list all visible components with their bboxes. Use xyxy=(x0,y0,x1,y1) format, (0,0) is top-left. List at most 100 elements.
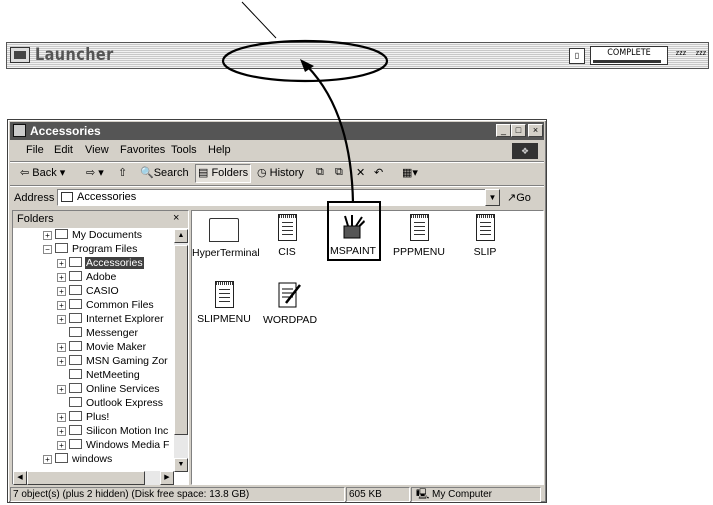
sleep-power-icon[interactable]: zzz xyxy=(693,47,709,65)
copy-to-icon[interactable]: ⧉ xyxy=(335,166,343,179)
file-item-label: CIS xyxy=(278,246,296,258)
address-dropdown-button[interactable]: ▼ xyxy=(485,189,500,206)
status-indicator: COMPLETE xyxy=(590,46,668,65)
tree-item-label: Messenger xyxy=(86,327,138,339)
up-folder-icon[interactable]: ⇧ xyxy=(118,166,127,179)
file-item[interactable]: SLIPMENU xyxy=(192,281,256,325)
battery-icon[interactable]: ▯ xyxy=(569,48,585,64)
folders-pane: Folders × + My Documents − Program Files + Ac… xyxy=(12,210,189,485)
close-button[interactable]: × xyxy=(528,124,543,137)
folder-icon xyxy=(55,229,68,239)
delete-icon[interactable]: ✕ xyxy=(356,166,365,179)
tree-item[interactable]: + Online Services xyxy=(57,383,161,397)
tree-item[interactable]: + windows xyxy=(43,453,113,467)
tree-item[interactable]: − Program Files xyxy=(43,243,138,257)
move-to-icon[interactable]: ⧉ xyxy=(316,166,324,179)
horizontal-scroll-thumb[interactable] xyxy=(27,471,145,485)
history-button[interactable]: ◷ History xyxy=(257,166,304,179)
launcher-monitor-icon[interactable] xyxy=(10,47,30,63)
tree-item-label: Movie Maker xyxy=(86,341,147,353)
mspaint-highlight-box xyxy=(327,201,381,261)
tree-item-label: Windows Media F xyxy=(86,439,170,451)
file-item[interactable]: WORDPAD xyxy=(258,281,322,326)
back-button[interactable]: ⇦ Back ▾ xyxy=(20,166,65,179)
tree-item-label: Internet Explorer xyxy=(86,313,164,325)
horizontal-scrollbar[interactable]: ◀ ▶ xyxy=(13,471,174,485)
tree-expander-icon[interactable]: + xyxy=(57,441,66,450)
tree-expander-icon[interactable]: + xyxy=(57,385,66,394)
tree-expander-icon[interactable]: + xyxy=(43,231,52,240)
tree-item[interactable]: + Internet Explorer xyxy=(57,313,165,327)
tree-item[interactable]: + Windows Media F xyxy=(57,439,170,453)
vertical-scroll-thumb[interactable] xyxy=(174,245,188,435)
tree-expander-icon[interactable]: + xyxy=(57,315,66,324)
search-button[interactable]: 🔍Search xyxy=(140,166,189,179)
scroll-down-button[interactable]: ▼ xyxy=(174,458,188,472)
file-item-label: HyperTerminal xyxy=(192,247,260,259)
tree-expander-icon[interactable]: − xyxy=(43,245,52,254)
folders-pane-close-button[interactable]: × xyxy=(173,212,179,224)
menu-edit[interactable]: Edit xyxy=(54,144,73,156)
folder-icon xyxy=(69,439,82,449)
file-item[interactable]: SLIP xyxy=(453,214,517,258)
tree-expander-icon[interactable]: + xyxy=(57,301,66,310)
tree-expander-icon[interactable]: + xyxy=(57,287,66,296)
tree-item-label: Outlook Express xyxy=(86,397,164,409)
explorer-window: Accessories _ □ × File Edit View Favorit… xyxy=(7,119,547,503)
tree-item[interactable]: + Silicon Motion Inc xyxy=(57,425,169,439)
views-icon[interactable]: ▦▾ xyxy=(402,166,418,179)
scroll-right-button[interactable]: ▶ xyxy=(160,471,174,485)
tree-expander-icon[interactable]: + xyxy=(57,273,66,282)
menu-help[interactable]: Help xyxy=(208,144,231,156)
menu-file[interactable]: File xyxy=(26,144,44,156)
tree-expander-icon[interactable]: + xyxy=(57,259,66,268)
title-bar[interactable]: Accessories _ □ × xyxy=(10,122,544,140)
tree-item-label: NetMeeting xyxy=(86,369,140,381)
file-item[interactable]: PPPMENU xyxy=(387,214,451,258)
pointer-line xyxy=(241,1,277,39)
folder-icon xyxy=(209,218,239,242)
folder-icon xyxy=(69,257,82,267)
file-item[interactable]: HyperTerminal xyxy=(192,214,260,259)
tree-item[interactable]: + Plus! xyxy=(57,411,110,425)
scroll-left-button[interactable]: ◀ xyxy=(13,471,27,485)
go-button[interactable]: ↗Go xyxy=(507,191,531,204)
folders-pane-header: Folders × xyxy=(13,211,188,228)
tree-expander-icon[interactable]: + xyxy=(57,343,66,352)
undo-icon[interactable]: ↶ xyxy=(374,166,383,179)
tree-item[interactable]: NetMeeting xyxy=(57,369,141,383)
tree-item[interactable]: + Movie Maker xyxy=(57,341,147,355)
go-arrow-icon: ↗ xyxy=(507,192,517,204)
tree-item[interactable]: + CASIO xyxy=(57,285,120,299)
tree-expander-icon[interactable]: + xyxy=(57,413,66,422)
folders-button[interactable]: ▤ Folders xyxy=(195,164,252,183)
wordpad-icon xyxy=(278,281,302,309)
scroll-up-button[interactable]: ▲ xyxy=(174,229,188,243)
file-item[interactable]: CIS xyxy=(255,214,319,258)
tree-item-label: CASIO xyxy=(86,285,119,297)
status-location: 🖳 My Computer xyxy=(411,487,541,502)
tree-item[interactable]: + Common Files xyxy=(57,299,155,313)
tree-item[interactable]: + My Documents xyxy=(43,229,143,243)
tree-item[interactable]: + Accessories xyxy=(57,257,144,271)
tree-item[interactable]: + Adobe xyxy=(57,271,117,285)
tree-item[interactable]: Messenger xyxy=(57,327,139,341)
forward-button[interactable]: ⇨ ▾ xyxy=(86,166,104,179)
tree-expander-icon[interactable]: + xyxy=(57,357,66,366)
tree-item[interactable]: + MSN Gaming Zor xyxy=(57,355,169,369)
vertical-scrollbar[interactable]: ▲ ▼ xyxy=(174,229,188,472)
address-input[interactable]: Accessories xyxy=(57,189,497,206)
sleep-icon[interactable]: zzz xyxy=(673,47,689,65)
maximize-button[interactable]: □ xyxy=(511,124,526,137)
file-item-label: WORDPAD xyxy=(262,314,318,326)
go-label: Go xyxy=(516,192,531,204)
tree-item[interactable]: Outlook Express xyxy=(57,397,164,411)
minimize-button[interactable]: _ xyxy=(496,124,511,137)
menu-tools[interactable]: Tools xyxy=(171,144,197,156)
menu-view[interactable]: View xyxy=(85,144,109,156)
menu-favorites[interactable]: Favorites xyxy=(120,144,165,156)
status-location-label: My Computer xyxy=(432,489,493,500)
tree-expander-icon[interactable]: + xyxy=(43,455,52,464)
tree-expander-icon[interactable]: + xyxy=(57,427,66,436)
folders-label: Folders xyxy=(211,167,249,179)
